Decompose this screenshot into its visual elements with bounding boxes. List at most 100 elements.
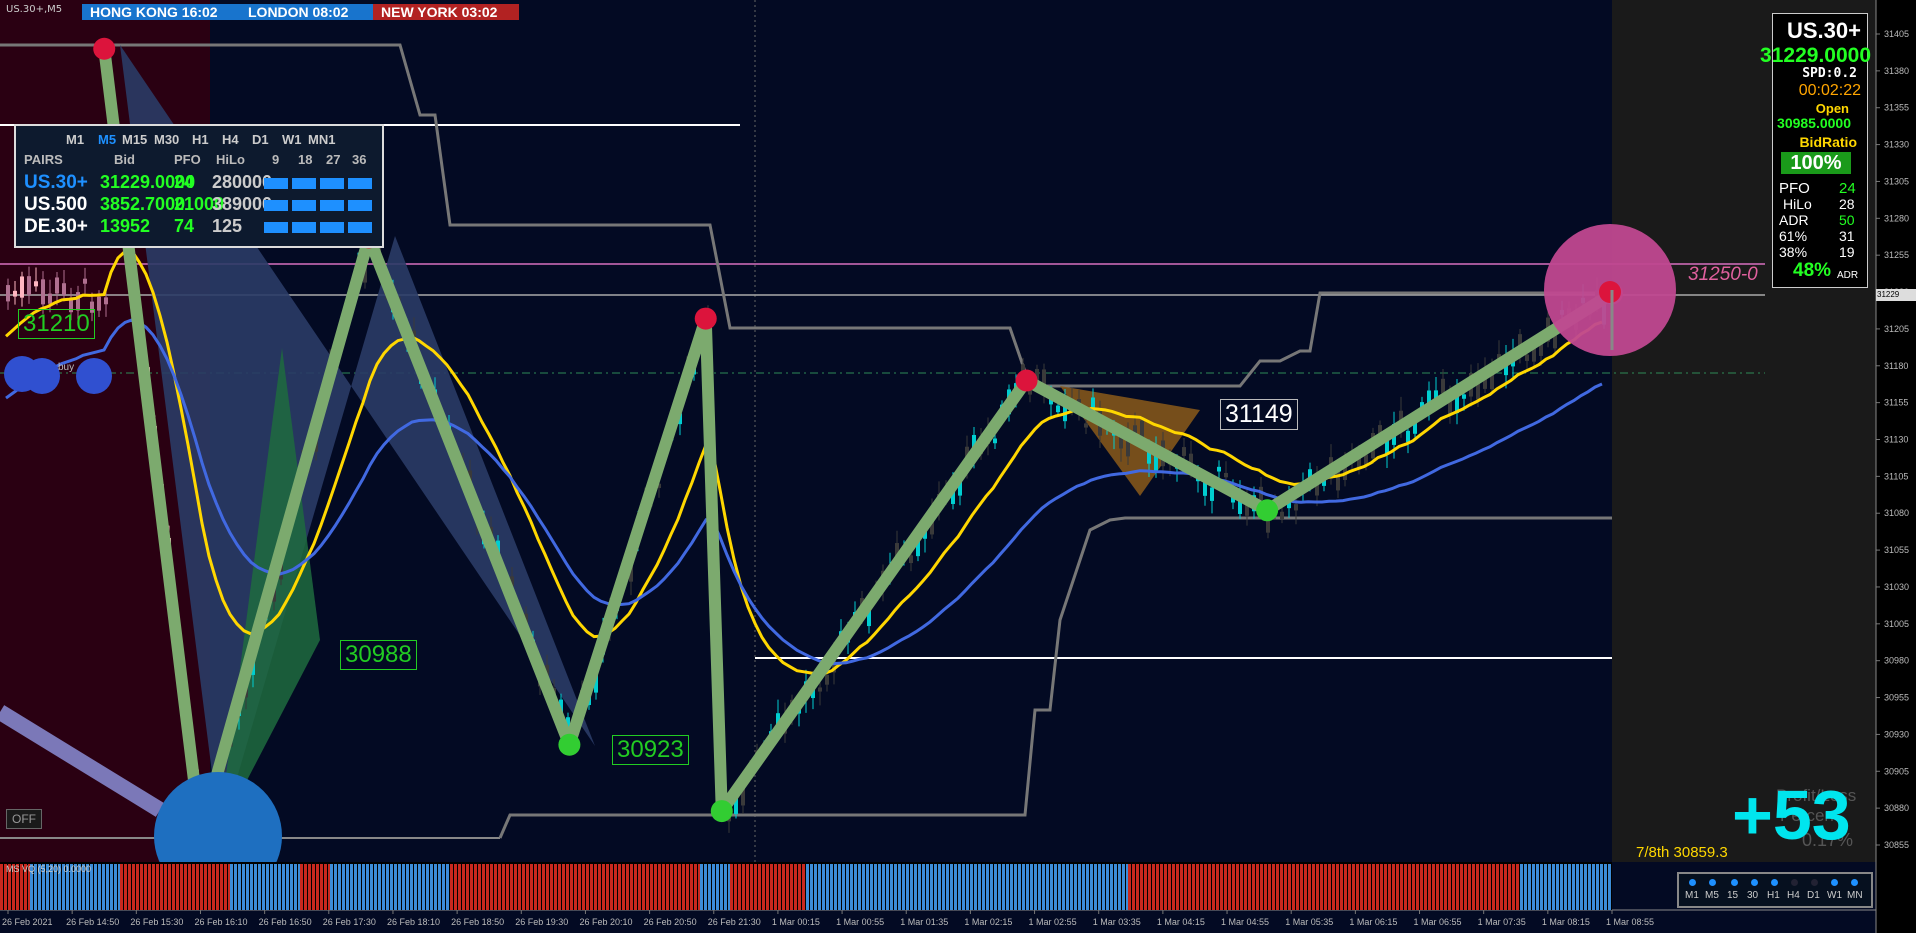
tfb-h1[interactable]: H1 <box>1767 890 1780 901</box>
vq-bar <box>1296 864 1299 910</box>
vq-bar <box>630 864 633 910</box>
vq-bar <box>308 864 311 910</box>
tfb-h4[interactable]: H4 <box>1787 890 1800 901</box>
tf-buttons: M1 M5 15 30 H1 H4 D1 W1 MN <box>1677 872 1873 908</box>
tf-w1[interactable]: W1 <box>282 132 302 147</box>
vq-bar <box>1604 864 1607 910</box>
tfb-mn[interactable]: MN <box>1847 890 1863 901</box>
vq-bar <box>414 864 417 910</box>
x-tick-label: 26 Feb 16:10 <box>194 917 247 927</box>
vq-bar <box>554 864 557 910</box>
vq-bar <box>1360 864 1363 910</box>
candle <box>27 276 31 295</box>
stat-38-label: 38% <box>1779 244 1808 260</box>
signal-dot <box>76 358 112 394</box>
vq-bar <box>518 864 521 910</box>
tf-m5[interactable]: M5 <box>98 132 116 147</box>
vq-bar <box>266 864 269 910</box>
tfb-15[interactable]: 15 <box>1727 890 1738 901</box>
vq-bar <box>846 864 849 910</box>
vq-bar <box>450 864 453 910</box>
vq-bar <box>650 864 653 910</box>
tf-dot <box>1709 879 1716 886</box>
pivot-dot <box>1599 281 1621 303</box>
vq-bar <box>374 864 377 910</box>
vq-bar <box>502 864 505 910</box>
vq-bar <box>422 864 425 910</box>
vq-bar <box>486 864 489 910</box>
tf-h4[interactable]: H4 <box>222 132 239 147</box>
vq-bar <box>562 864 565 910</box>
y-tick-label: 31055 <box>1884 545 1909 555</box>
vq-bar <box>1376 864 1379 910</box>
x-tick-label: 1 Mar 06:15 <box>1349 917 1397 927</box>
vq-bar <box>196 864 199 910</box>
vq-bar <box>522 864 525 910</box>
tf-m30[interactable]: M30 <box>154 132 179 147</box>
vq-bar <box>914 864 917 910</box>
vq-bar <box>770 864 773 910</box>
stat-hilo-value: 28 <box>1839 196 1855 212</box>
vq-bar <box>128 864 131 910</box>
vq-bar <box>246 864 249 910</box>
vq-bar <box>1568 864 1571 910</box>
vq-bar <box>1408 864 1411 910</box>
strength-bar <box>264 200 288 211</box>
stat-61-label: 61% <box>1779 228 1808 244</box>
strength-bar <box>264 178 288 189</box>
y-tick-label: 30980 <box>1884 656 1909 666</box>
vq-bar <box>778 864 781 910</box>
signal-dot <box>24 358 60 394</box>
vq-bar <box>300 864 303 910</box>
vq-bar <box>1086 864 1089 910</box>
vq-bar <box>1062 864 1065 910</box>
vq-bar <box>1548 864 1551 910</box>
vq-bar <box>1572 864 1575 910</box>
vq-bar <box>358 864 361 910</box>
tfb-m5[interactable]: M5 <box>1705 890 1719 901</box>
vq-bar <box>1500 864 1503 910</box>
hdr-pfo: PFO <box>174 152 201 167</box>
tfb-30[interactable]: 30 <box>1747 890 1758 901</box>
tfb-m1[interactable]: M1 <box>1685 890 1699 901</box>
y-tick-label: 31330 <box>1884 140 1909 150</box>
stat-61-value: 31 <box>1839 228 1855 244</box>
vq-bar <box>1432 864 1435 910</box>
vq-bar <box>526 864 529 910</box>
vq-bar <box>346 864 349 910</box>
vq-bar <box>250 864 253 910</box>
tf-m1[interactable]: M1 <box>66 132 84 147</box>
vq-bar <box>510 864 513 910</box>
tf-dot <box>1689 879 1696 886</box>
tfb-w1[interactable]: W1 <box>1827 890 1842 901</box>
tf-h1[interactable]: H1 <box>192 132 209 147</box>
stat-38-value: 19 <box>1839 244 1855 260</box>
pair-de30[interactable]: DE.30+ <box>24 216 88 238</box>
vq-bar <box>922 864 925 910</box>
vq-bar <box>1156 864 1159 910</box>
vq-bar <box>794 864 797 910</box>
tf-d1[interactable]: D1 <box>252 132 269 147</box>
vq-bar <box>534 864 537 910</box>
tfb-d1[interactable]: D1 <box>1807 890 1820 901</box>
vq-bar <box>1472 864 1475 910</box>
tf-m15[interactable]: M15 <box>122 132 147 147</box>
vq-bar <box>1552 864 1555 910</box>
vq-bar <box>418 864 421 910</box>
tf-mn1[interactable]: MN1 <box>308 132 335 147</box>
stat-pfo-label: PFO <box>1779 180 1810 197</box>
candle <box>1084 423 1088 428</box>
session-new-york: NEW YORK 03:02 <box>373 4 519 20</box>
vq-bar <box>1030 864 1033 910</box>
pair-us30[interactable]: US.30+ <box>24 172 88 194</box>
vq-bar <box>1436 864 1439 910</box>
vq-bar <box>184 864 187 910</box>
vq-bar <box>402 864 405 910</box>
vq-bar <box>204 864 207 910</box>
pair-us500[interactable]: US.500 <box>24 194 87 216</box>
x-tick-label: 1 Mar 05:35 <box>1285 917 1333 927</box>
stat-adr-label: ADR <box>1779 212 1809 228</box>
vq-bar <box>998 864 1001 910</box>
vq-bar <box>942 864 945 910</box>
off-button[interactable]: OFF <box>6 809 42 829</box>
